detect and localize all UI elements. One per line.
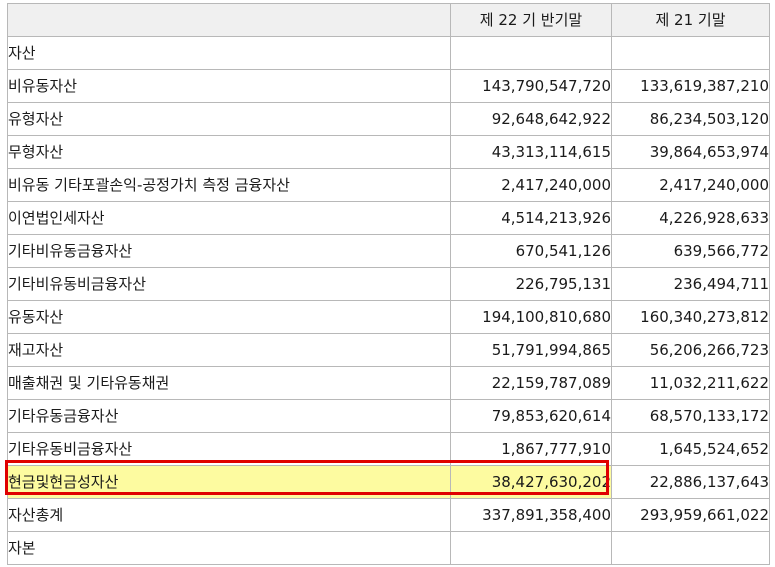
- previous-value: 160,340,273,812: [611, 300, 770, 334]
- header-label: [7, 3, 451, 37]
- row-other-current-financial-assets: 기타유동금융자산 79,853,620,614 68,570,133,172: [7, 399, 770, 433]
- row-label: 무형자산: [7, 135, 451, 169]
- previous-value: 2,417,240,000: [611, 168, 770, 202]
- row-intangible-assets: 무형자산 43,313,114,615 39,864,653,974: [7, 135, 770, 169]
- row-trade-receivables: 매출채권 및 기타유동채권 22,159,787,089 11,032,211,…: [7, 366, 770, 400]
- previous-value: [611, 36, 770, 70]
- row-other-noncurrent-nonfinancial-assets: 기타비유동비금융자산 226,795,131 236,494,711: [7, 267, 770, 301]
- current-value: [450, 531, 612, 565]
- previous-value: 4,226,928,633: [611, 201, 770, 235]
- row-label: 재고자산: [7, 333, 451, 367]
- row-tangible-assets: 유형자산 92,648,642,922 86,234,503,120: [7, 102, 770, 136]
- row-inventories: 재고자산 51,791,994,865 56,206,266,723: [7, 333, 770, 367]
- current-value: 22,159,787,089: [450, 366, 612, 400]
- current-value: 1,867,777,910: [450, 432, 612, 466]
- row-cash-and-equivalents-highlighted: 현금및현금성자산 38,427,630,202 22,886,137,643: [7, 465, 770, 499]
- header-current-period: 제 22 기 반기말: [450, 3, 612, 37]
- row-label: 기타비유동금융자산: [7, 234, 451, 268]
- row-equity: 자본: [7, 531, 770, 565]
- row-assets: 자산: [7, 36, 770, 70]
- current-value: 92,648,642,922: [450, 102, 612, 136]
- previous-value: 133,619,387,210: [611, 69, 770, 103]
- current-value: 670,541,126: [450, 234, 612, 268]
- previous-value: [611, 531, 770, 565]
- row-label: 유형자산: [7, 102, 451, 136]
- row-label: 매출채권 및 기타유동채권: [7, 366, 451, 400]
- row-label: 기타유동비금융자산: [7, 432, 451, 466]
- current-value: 226,795,131: [450, 267, 612, 301]
- current-value: 38,427,630,202: [450, 465, 612, 499]
- current-value: 79,853,620,614: [450, 399, 612, 433]
- row-current-assets: 유동자산 194,100,810,680 160,340,273,812: [7, 300, 770, 334]
- previous-value: 22,886,137,643: [611, 465, 770, 499]
- row-label: 비유동 기타포괄손익-공정가치 측정 금융자산: [7, 168, 451, 202]
- previous-value: 39,864,653,974: [611, 135, 770, 169]
- row-label: 자본: [7, 531, 451, 565]
- row-other-current-nonfinancial-assets: 기타유동비금융자산 1,867,777,910 1,645,524,652: [7, 432, 770, 466]
- row-label: 이연법인세자산: [7, 201, 451, 235]
- current-value: 4,514,213,926: [450, 201, 612, 235]
- previous-value: 236,494,711: [611, 267, 770, 301]
- row-label: 기타비유동비금융자산: [7, 267, 451, 301]
- row-other-noncurrent-financial-assets: 기타비유동금융자산 670,541,126 639,566,772: [7, 234, 770, 268]
- row-label: 현금및현금성자산: [7, 465, 451, 499]
- row-total-assets: 자산총계 337,891,358,400 293,959,661,022: [7, 498, 770, 532]
- previous-value: 86,234,503,120: [611, 102, 770, 136]
- previous-value: 56,206,266,723: [611, 333, 770, 367]
- row-label: 유동자산: [7, 300, 451, 334]
- current-value: 51,791,994,865: [450, 333, 612, 367]
- row-label: 비유동자산: [7, 69, 451, 103]
- previous-value: 639,566,772: [611, 234, 770, 268]
- current-value: 194,100,810,680: [450, 300, 612, 334]
- previous-value: 68,570,133,172: [611, 399, 770, 433]
- header-previous-period: 제 21 기말: [611, 3, 770, 37]
- current-value: 337,891,358,400: [450, 498, 612, 532]
- row-noncurrent-assets: 비유동자산 143,790,547,720 133,619,387,210: [7, 69, 770, 103]
- row-label: 자산총계: [7, 498, 451, 532]
- header-row: 제 22 기 반기말 제 21 기말: [7, 3, 770, 37]
- row-deferred-tax-assets: 이연법인세자산 4,514,213,926 4,226,928,633: [7, 201, 770, 235]
- row-label: 자산: [7, 36, 451, 70]
- current-value: 143,790,547,720: [450, 69, 612, 103]
- current-value: [450, 36, 612, 70]
- financial-statement-table: 제 22 기 반기말 제 21 기말 자산 비유동자산 143,790,547,…: [7, 3, 770, 565]
- current-value: 2,417,240,000: [450, 168, 612, 202]
- row-label: 기타유동금융자산: [7, 399, 451, 433]
- current-value: 43,313,114,615: [450, 135, 612, 169]
- previous-value: 293,959,661,022: [611, 498, 770, 532]
- previous-value: 1,645,524,652: [611, 432, 770, 466]
- row-fvoci-financial-assets: 비유동 기타포괄손익-공정가치 측정 금융자산 2,417,240,000 2,…: [7, 168, 770, 202]
- previous-value: 11,032,211,622: [611, 366, 770, 400]
